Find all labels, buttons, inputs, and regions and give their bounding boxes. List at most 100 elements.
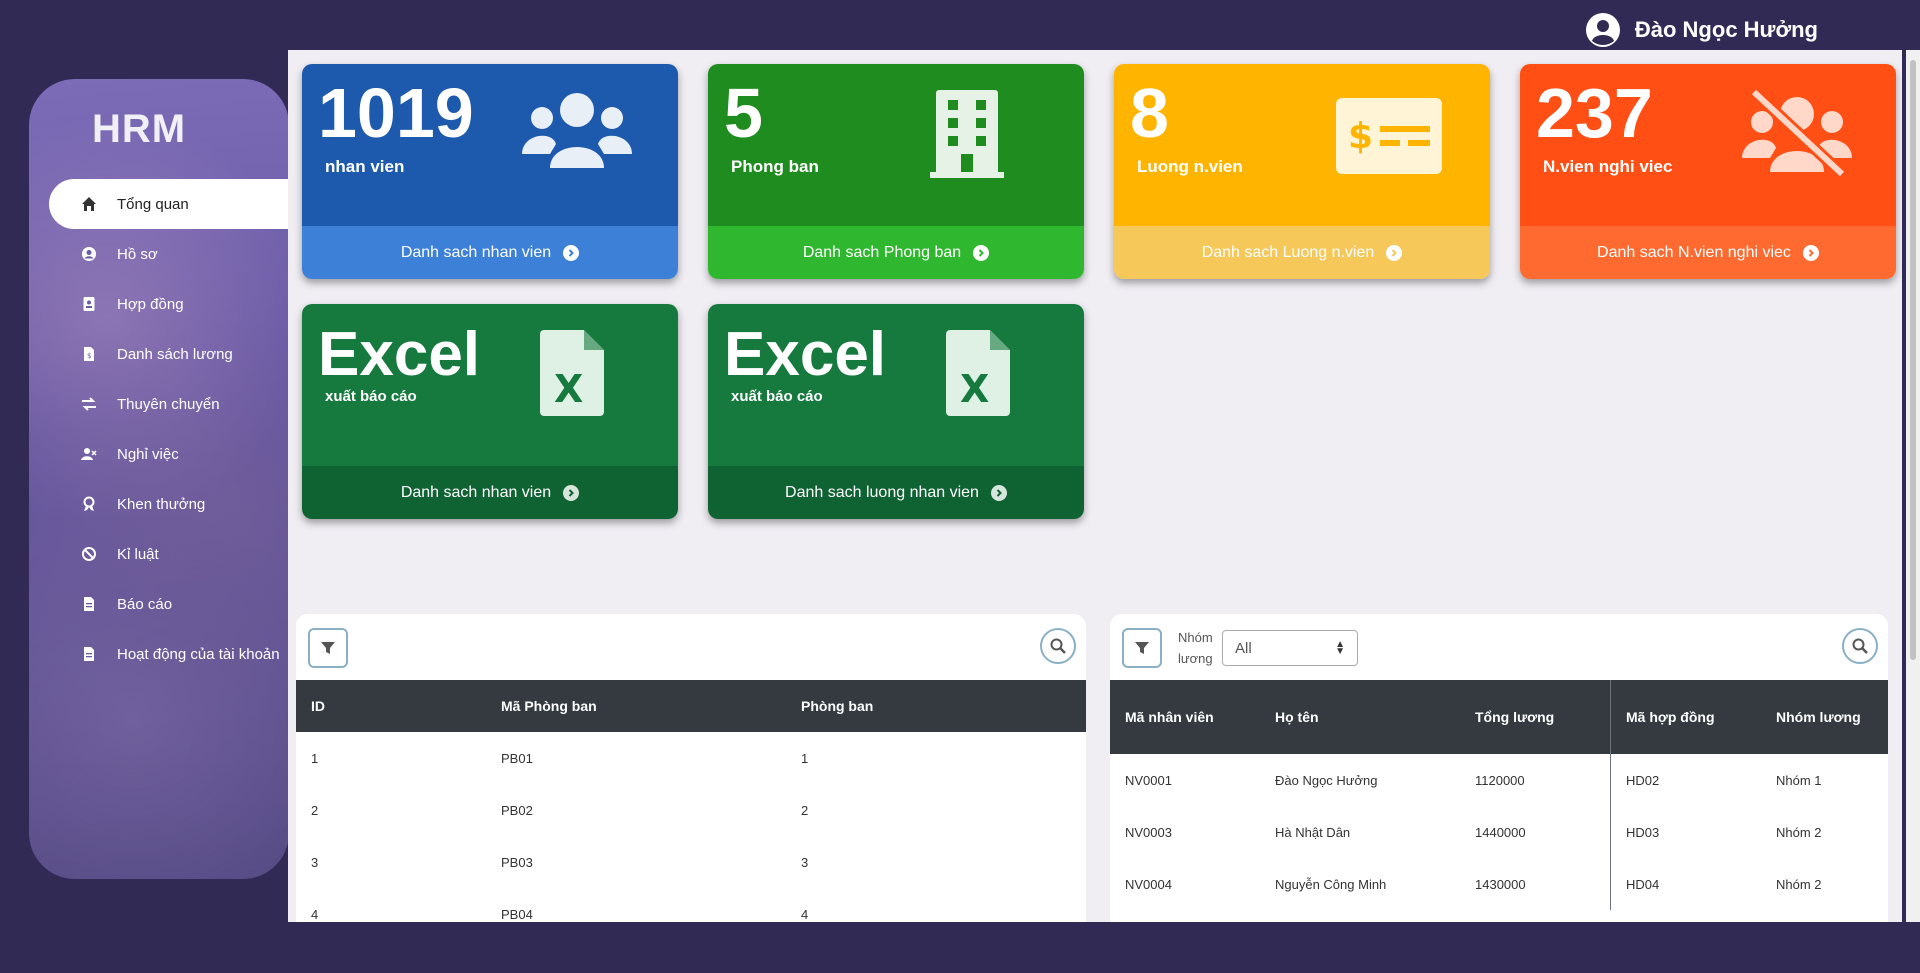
sidebar-item-label: Tổng quan bbox=[117, 195, 189, 213]
search-button[interactable] bbox=[1040, 628, 1076, 664]
salary-group-select[interactable]: All ▲ ▼ bbox=[1222, 630, 1358, 666]
column-header[interactable]: ID bbox=[296, 680, 486, 732]
table-cell: Nhóm 1 bbox=[1776, 772, 1822, 788]
sidebar: HRM Tổng quan Hồ sơ Hợp đồng $ Danh sách… bbox=[29, 79, 289, 879]
filter-button[interactable] bbox=[308, 628, 348, 668]
table-cell: 4 bbox=[801, 906, 809, 922]
filter-button[interactable] bbox=[1122, 628, 1162, 668]
user-circle-icon bbox=[79, 246, 99, 262]
sidebar-item-profile[interactable]: Hồ sơ bbox=[29, 229, 289, 279]
table-cell: PB01 bbox=[501, 750, 533, 766]
column-header[interactable]: Nhóm lương bbox=[1761, 680, 1888, 754]
select-value: All bbox=[1235, 639, 1252, 657]
table-row[interactable]: NV0004 Nguyễn Công Minh 1430000 HD04 Nhó… bbox=[1110, 858, 1888, 910]
card-body: Excel xuất báo cáo X bbox=[302, 304, 678, 466]
sidebar-item-label: Kỉ luật bbox=[117, 545, 159, 563]
table-row[interactable]: 2 PB02 2 bbox=[296, 784, 1086, 836]
salary-group-label-line: Nhóm bbox=[1178, 630, 1213, 645]
column-header[interactable]: Phòng ban bbox=[786, 680, 1086, 732]
employee-count-card: 1019 nhan vien Danh sach nhan vien bbox=[302, 64, 678, 279]
arrow-right-icon bbox=[1386, 244, 1403, 261]
card-body: 5 Phong ban bbox=[708, 64, 1084, 226]
table-row[interactable]: 1 PB01 1 bbox=[296, 732, 1086, 784]
brand-logo: HRM bbox=[91, 107, 187, 151]
scrollbar-thumb[interactable] bbox=[1910, 60, 1916, 660]
svg-text:X: X bbox=[554, 367, 583, 411]
table-row[interactable]: NV0001 Đào Ngọc Hưởng 1120000 HD02 Nhóm … bbox=[1110, 754, 1888, 806]
table-cell: 1 bbox=[801, 750, 809, 766]
card-link-label: Danh sach N.vien nghi viec bbox=[1597, 243, 1791, 261]
salary-list-link[interactable]: Danh sach Luong n.vien bbox=[1114, 226, 1490, 279]
main-content: 1019 nhan vien Danh sach nhan vien 5 Pho… bbox=[288, 50, 1902, 922]
award-icon bbox=[79, 496, 99, 512]
table-cell: 1 bbox=[311, 750, 319, 766]
department-table: ID Mã Phòng ban Phòng ban 1 PB01 1 2 PB0… bbox=[296, 680, 1086, 922]
card-link-label: Danh sach Luong n.vien bbox=[1201, 243, 1375, 261]
sidebar-item-account-activity[interactable]: Hoạt động của tài khoản bbox=[29, 629, 289, 679]
table-row[interactable]: NV0003 Hà Nhật Dân 1440000 HD03 Nhóm 2 bbox=[1110, 806, 1888, 858]
table-cell: HD02 bbox=[1610, 754, 1761, 806]
sidebar-item-salary-list[interactable]: $ Danh sách lương bbox=[29, 329, 289, 379]
table-cell: Đào Ngọc Hưởng bbox=[1275, 772, 1378, 788]
sidebar-item-resignation[interactable]: Nghỉ việc bbox=[29, 429, 289, 479]
column-header[interactable]: Tổng lương bbox=[1460, 680, 1611, 754]
column-header[interactable]: Mã hợp đồng bbox=[1610, 680, 1761, 754]
table-row[interactable]: 4 PB04 4 bbox=[296, 888, 1086, 922]
svg-text:$: $ bbox=[87, 352, 91, 360]
salary-file-icon: $ bbox=[79, 346, 99, 362]
users-icon bbox=[522, 93, 632, 168]
column-header[interactable]: Mã nhân viên bbox=[1110, 680, 1260, 754]
column-header[interactable]: Họ tên bbox=[1260, 680, 1460, 754]
svg-text:X: X bbox=[960, 367, 989, 411]
sidebar-item-label: Hồ sơ bbox=[117, 245, 158, 263]
user-x-icon bbox=[79, 446, 99, 462]
sidebar-item-discipline[interactable]: Kỉ luật bbox=[29, 529, 289, 579]
table-cell: PB03 bbox=[501, 854, 533, 870]
sidebar-item-report[interactable]: Báo cáo bbox=[29, 579, 289, 629]
department-table-panel: ID Mã Phòng ban Phòng ban 1 PB01 1 2 PB0… bbox=[296, 614, 1086, 922]
sidebar-item-contract[interactable]: Hợp đồng bbox=[29, 279, 289, 329]
resigned-list-link[interactable]: Danh sach N.vien nghi viec bbox=[1520, 226, 1896, 279]
sidebar-item-label: Thuyên chuyển bbox=[117, 395, 220, 413]
sidebar-item-reward[interactable]: Khen thưởng bbox=[29, 479, 289, 529]
top-bar: Đào Ngọc Hưởng bbox=[0, 0, 1920, 50]
table-cell: 3 bbox=[801, 854, 809, 870]
sidebar-item-transfer[interactable]: Thuyên chuyển bbox=[29, 379, 289, 429]
table-cell: NV0003 bbox=[1125, 824, 1172, 840]
page-scrollbar[interactable] bbox=[1906, 50, 1920, 922]
export-employee-list-link[interactable]: Danh sach nhan vien bbox=[302, 466, 678, 519]
arrow-right-icon bbox=[973, 244, 990, 261]
salary-table-panel: Nhóm lương All ▲ ▼ Mã nhân viên Họ tên Tổ… bbox=[1110, 614, 1888, 922]
table-cell: Nhóm 2 bbox=[1776, 876, 1822, 892]
salary-group-label: Nhóm lương bbox=[1178, 627, 1213, 669]
department-list-link[interactable]: Danh sach Phong ban bbox=[708, 226, 1084, 279]
card-label: xuất báo cáo bbox=[731, 388, 823, 405]
sidebar-item-label: Danh sách lương bbox=[117, 345, 233, 363]
user-menu[interactable]: Đào Ngọc Hưởng bbox=[1585, 12, 1818, 48]
table-cell: 4 bbox=[311, 906, 319, 922]
table-cell: Nguyễn Công Minh bbox=[1275, 876, 1387, 892]
export-employee-excel-card: Excel xuất báo cáo X Danh sach nhan vien bbox=[302, 304, 678, 519]
excel-file-icon: X bbox=[540, 330, 604, 416]
table-row[interactable]: 3 PB03 3 bbox=[296, 836, 1086, 888]
search-icon bbox=[1050, 638, 1066, 654]
money-check-icon: $ bbox=[1336, 98, 1442, 174]
excel-file-icon: X bbox=[946, 330, 1010, 416]
table-cell: HD04 bbox=[1610, 858, 1761, 910]
table-cell: 1120000 bbox=[1475, 772, 1525, 788]
card-link-label: Danh sach nhan vien bbox=[400, 243, 552, 261]
employee-list-link[interactable]: Danh sach nhan vien bbox=[302, 226, 678, 279]
sidebar-item-overview[interactable]: Tổng quan bbox=[49, 179, 289, 229]
arrow-right-icon bbox=[1802, 244, 1819, 261]
table-header-row: Mã nhân viên Họ tên Tổng lương Mã hợp đồ… bbox=[1110, 680, 1888, 754]
card-value: 8 bbox=[1130, 74, 1169, 152]
table-cell: 1430000 bbox=[1475, 876, 1526, 892]
column-header[interactable]: Mã Phòng ban bbox=[486, 680, 786, 732]
card-label: xuất báo cáo bbox=[325, 388, 417, 405]
ban-icon bbox=[79, 546, 99, 562]
search-button[interactable] bbox=[1842, 628, 1878, 664]
user-avatar-icon bbox=[1585, 13, 1620, 47]
table-cell: NV0004 bbox=[1125, 876, 1172, 892]
card-value: 5 bbox=[724, 74, 763, 152]
export-salary-list-link[interactable]: Danh sach luong nhan vien bbox=[708, 466, 1084, 519]
